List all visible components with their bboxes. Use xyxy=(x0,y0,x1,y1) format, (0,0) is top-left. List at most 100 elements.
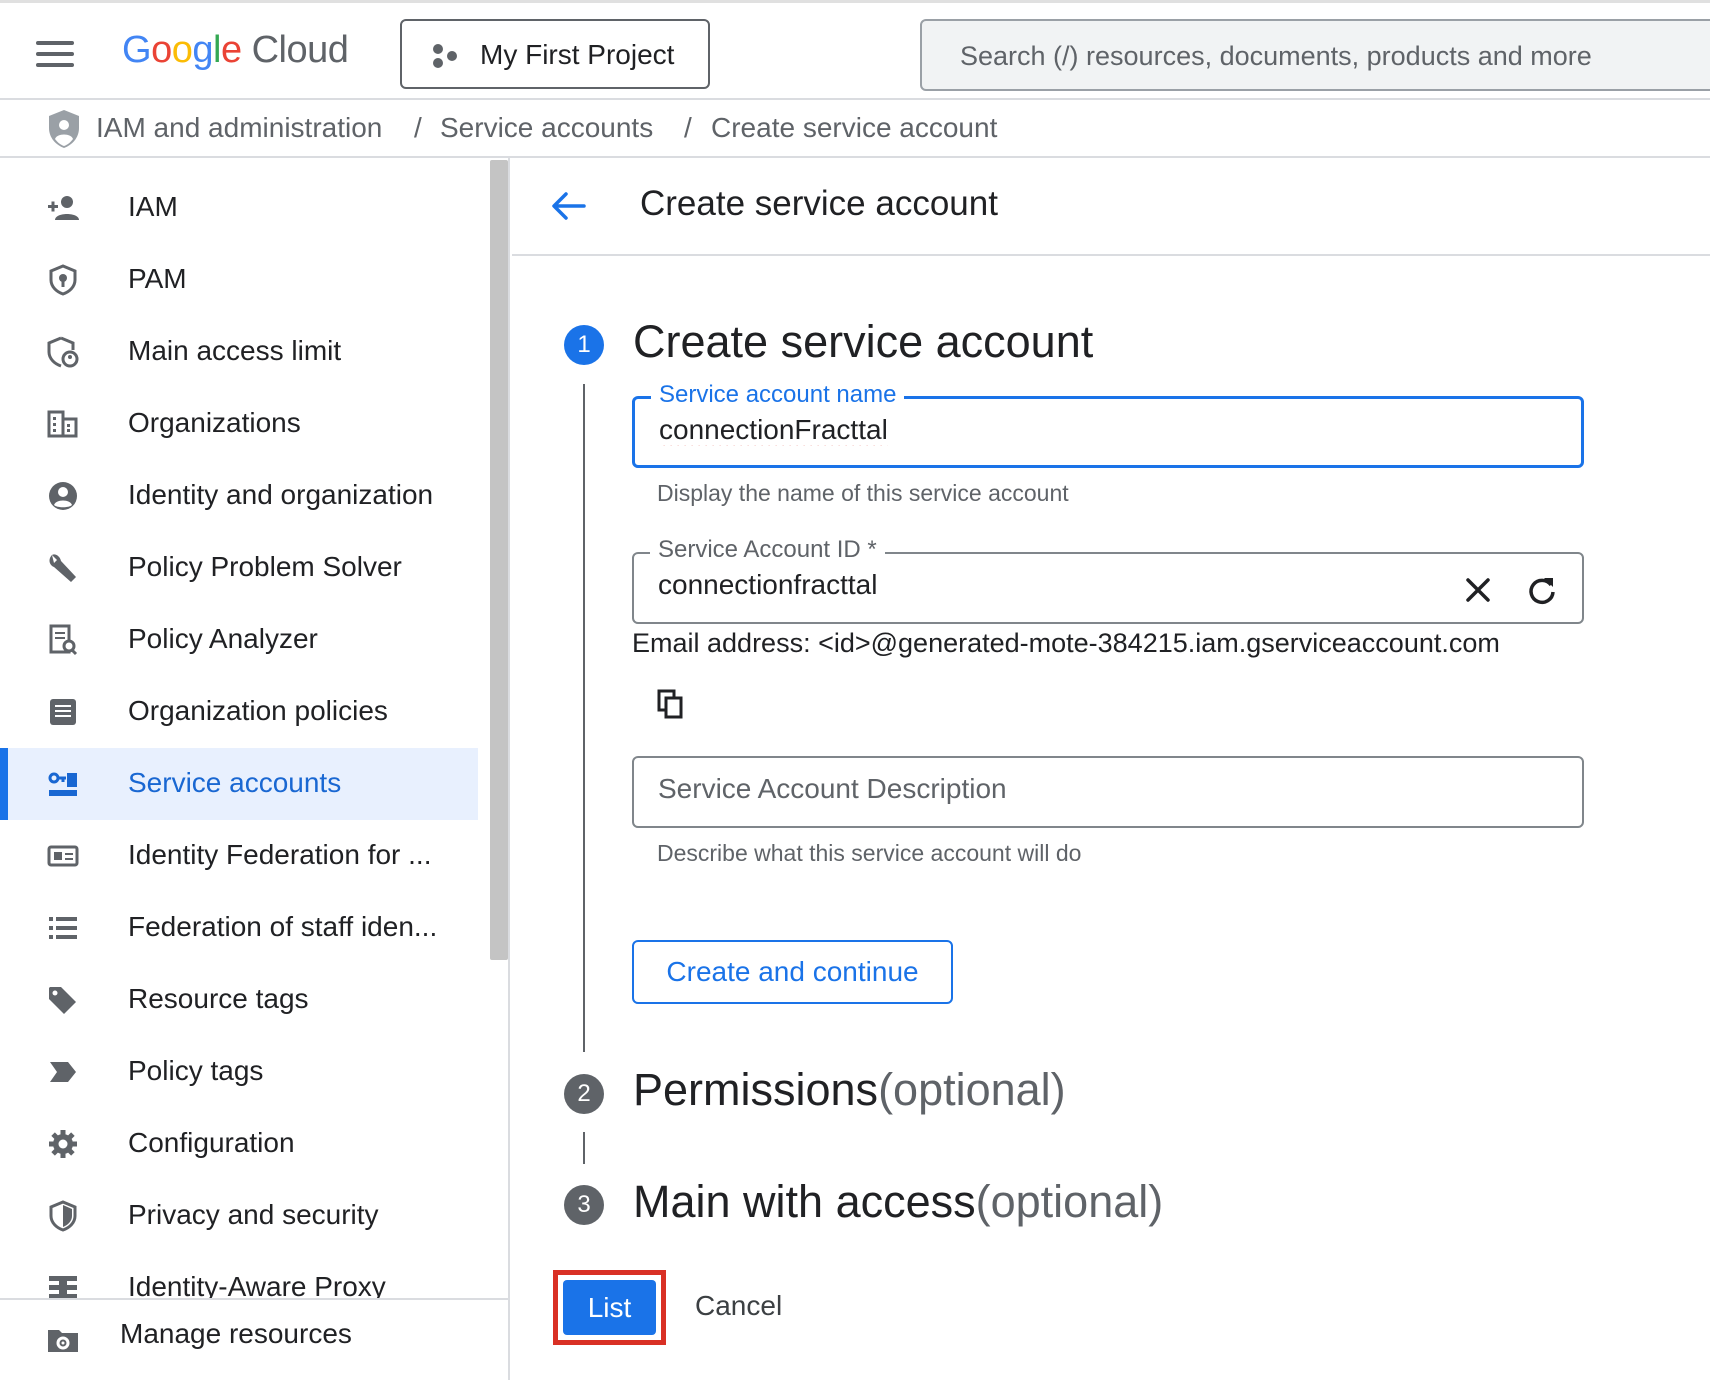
menu-icon[interactable] xyxy=(36,41,74,67)
logo-letter: g xyxy=(192,29,213,71)
refresh-icon[interactable] xyxy=(1526,574,1558,606)
sidebar-item-label: Organizations xyxy=(128,407,301,438)
copy-icon[interactable] xyxy=(656,688,686,720)
breadcrumb-service-accounts[interactable]: Service accounts xyxy=(440,112,653,144)
service-account-name-helper: Display the name of this service account xyxy=(657,480,1069,506)
step-3-optional: (optional) xyxy=(975,1176,1164,1227)
sidebar-item-organization-policies[interactable]: Organization policies xyxy=(0,676,478,748)
step-1-indicator: 1 xyxy=(564,325,604,365)
list-button[interactable]: List xyxy=(563,1280,656,1335)
sidebar-item-pam[interactable]: PAM xyxy=(0,244,478,316)
page-header: Create service account xyxy=(512,158,1710,256)
service-account-name-input[interactable] xyxy=(657,413,1561,447)
project-picker-button[interactable]: My First Project xyxy=(400,19,710,89)
sidebar-item-identity-federation[interactable]: Identity Federation for ... xyxy=(0,820,478,892)
sidebar-item-label: PAM xyxy=(128,263,187,294)
step-1-title: Create service account xyxy=(633,316,1094,367)
sidebar-item-label: Policy tags xyxy=(128,1055,264,1086)
sidebar-item-organizations[interactable]: Organizations xyxy=(0,388,478,460)
top-bar: Google Cloud My First Project xyxy=(0,0,1710,100)
list-document-icon xyxy=(50,699,76,725)
sidebar-item-privacy-and-security[interactable]: Privacy and security xyxy=(0,1180,478,1252)
email-address-text: Email address: <id>@generated-mote-38421… xyxy=(632,628,1500,658)
person-add-icon xyxy=(48,196,79,220)
project-dots-icon xyxy=(433,44,457,68)
logo-letter: l xyxy=(212,29,221,71)
sidebar-item-configuration[interactable]: Configuration xyxy=(0,1108,478,1180)
sidebar-item-label: Identity Federation for ... xyxy=(128,839,432,870)
create-and-continue-button[interactable]: Create and continue xyxy=(632,940,953,1004)
manage-resources-link[interactable]: Manage resources xyxy=(0,1298,508,1380)
logo-letter: o xyxy=(151,29,172,71)
breadcrumb-separator: / xyxy=(684,112,692,143)
sidebar-item-label: Policy Analyzer xyxy=(128,623,318,654)
back-arrow-icon[interactable] xyxy=(548,186,588,226)
logo-letter: G xyxy=(122,29,152,71)
label-icon xyxy=(50,1062,76,1082)
search-input[interactable] xyxy=(958,35,1702,77)
shield-person-icon xyxy=(47,336,79,368)
step-3-title-text: Main with access xyxy=(633,1176,976,1227)
service-account-name-field[interactable]: Service account name xyxy=(632,381,1584,468)
step-3-indicator: 3 xyxy=(564,1185,604,1225)
sidebar-item-resource-tags[interactable]: Resource tags xyxy=(0,964,478,1036)
logo-letter: e xyxy=(220,29,242,71)
service-account-description-helper: Describe what this service account will … xyxy=(657,840,1082,866)
clear-icon[interactable] xyxy=(1462,574,1494,606)
wrench-icon xyxy=(49,554,76,582)
sidebar-item-iam[interactable]: IAM xyxy=(0,172,478,244)
sidebar-scrollbar[interactable] xyxy=(490,160,508,960)
service-account-id-field[interactable]: Service Account ID * xyxy=(632,536,1584,624)
step-3-title[interactable]: Main with access(optional) xyxy=(633,1176,1163,1228)
sidebar-item-policy-problem-solver[interactable]: Policy Problem Solver xyxy=(0,532,478,604)
step-connector-line xyxy=(583,384,585,1052)
manage-resources-label: Manage resources xyxy=(120,1318,352,1349)
sidebar-item-main-access-limit[interactable]: Main access limit xyxy=(0,316,478,388)
step-2-title[interactable]: Permissions(optional) xyxy=(633,1064,1066,1116)
breadcrumb-separator: / xyxy=(414,112,422,143)
sidebar-item-label: Policy Problem Solver xyxy=(128,551,402,582)
cancel-button[interactable]: Cancel xyxy=(695,1290,782,1322)
folder-gear-icon xyxy=(48,1330,78,1352)
sidebar-item-policy-analyzer[interactable]: Policy Analyzer xyxy=(0,604,478,676)
service-account-name-label: Service account name xyxy=(651,381,905,409)
page-title: Create service account xyxy=(640,184,998,223)
breadcrumb-current: Create service account xyxy=(711,112,998,143)
sidebar-item-label: Federation of staff iden... xyxy=(128,911,438,942)
service-account-description-input[interactable] xyxy=(656,772,1560,806)
id-card-icon xyxy=(47,845,79,867)
sidebar-item-label: Privacy and security xyxy=(128,1199,379,1230)
gear-icon xyxy=(49,1130,77,1158)
service-account-id-label: Service Account ID * xyxy=(650,536,885,564)
shield-lock-icon xyxy=(49,264,77,296)
search-bar[interactable] xyxy=(920,19,1710,91)
building-icon xyxy=(47,410,78,438)
account-circle-icon xyxy=(49,482,77,510)
sidebar-item-service-accounts[interactable]: Service accounts xyxy=(0,748,478,820)
sidebar-item-label: Organization policies xyxy=(128,695,388,726)
sidebar-item-label: Resource tags xyxy=(128,983,309,1014)
sidebar-item-label: Identity and organization xyxy=(128,479,434,510)
sidebar-item-policy-tags[interactable]: Policy tags xyxy=(0,1036,478,1108)
google-cloud-logo[interactable]: Google Cloud xyxy=(122,29,349,72)
logo-letter: o xyxy=(171,29,193,71)
service-account-description-field[interactable] xyxy=(632,756,1584,828)
sidebar-item-label: Service accounts xyxy=(128,767,342,798)
breadcrumb-iam[interactable]: IAM and administration xyxy=(96,112,382,144)
logo-cloud-text: Cloud xyxy=(251,29,349,71)
step-2-title-text: Permissions xyxy=(633,1064,879,1115)
tag-icon xyxy=(49,987,76,1014)
step-2-indicator: 2 xyxy=(564,1074,604,1114)
sidebar-item-identity-and-organization[interactable]: Identity and organization xyxy=(0,460,478,532)
sidebar: IAM PAM Main access limit Organizations … xyxy=(0,158,510,1380)
logo-google-text: Google xyxy=(122,29,242,71)
shield-icon xyxy=(49,1200,77,1232)
sidebar-item-federation-of-staff[interactable]: Federation of staff iden... xyxy=(0,892,478,964)
service-account-id-input[interactable] xyxy=(656,568,1440,602)
iam-shield-icon xyxy=(49,110,79,148)
service-account-icon xyxy=(48,772,77,796)
breadcrumb: IAM and administration / Service account… xyxy=(0,100,1710,158)
sidebar-item-label: Configuration xyxy=(128,1127,295,1158)
document-search-icon xyxy=(49,624,78,656)
sidebar-item-label: Main access limit xyxy=(128,335,342,366)
